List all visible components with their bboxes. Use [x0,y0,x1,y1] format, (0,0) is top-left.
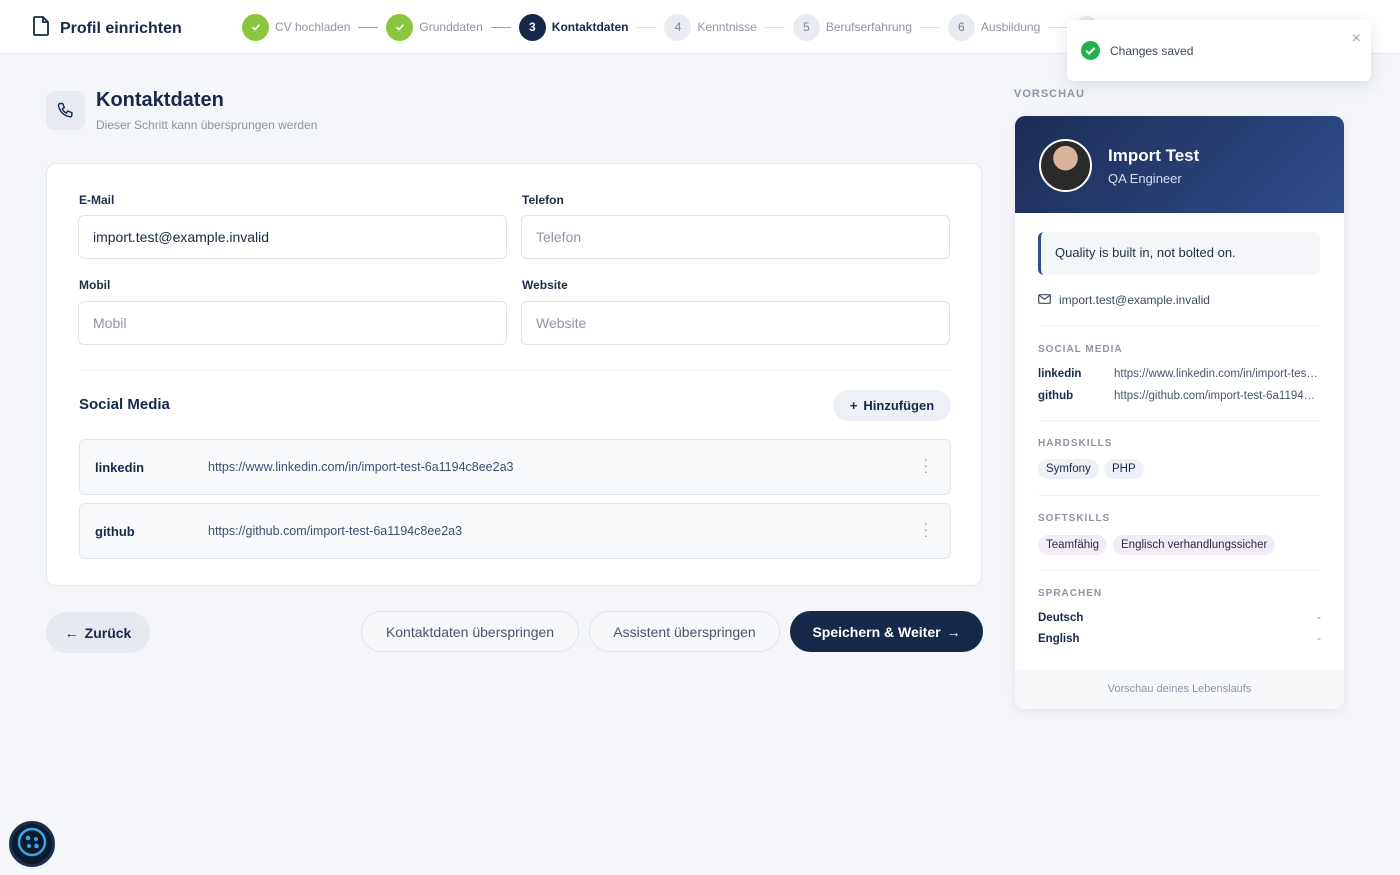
brand: Profil einrichten [32,16,182,41]
back-label: Zurück [84,624,132,641]
language-level: - [1317,633,1321,645]
preview-email-text: import.test@example.invalid [1059,293,1210,307]
step-connector [1048,26,1069,28]
app-title: Profil einrichten [60,19,182,37]
arrow-left-icon: ← [64,624,79,641]
step-label: Kontaktdaten [551,20,629,34]
check-icon [386,13,414,41]
social-url: https://www.linkedin.com/in/import-test-… [208,460,514,474]
step-number: 3 [518,13,546,41]
step-connector [490,26,511,28]
preview-name: Import Test [1108,146,1200,165]
mobile-label: Mobil [79,278,111,292]
hardskill-chip: PHP [1104,459,1144,479]
add-social-label: Hinzufügen [863,398,935,413]
step-label: Ausbildung [980,20,1041,34]
preview-social-url: https://www.linkedin.com/in/import-test-… [1114,368,1320,380]
stepper: CV hochladen Grunddaten 3 Kontaktdaten 4… [242,12,1099,42]
preview-languages-title: SPRACHEN [1038,588,1103,599]
mobile-field[interactable] [78,301,507,345]
step-connector [358,26,379,28]
section-divider [79,370,951,371]
language-level: - [1317,612,1321,624]
softskill-chip: Englisch verhandlungssicher [1113,535,1276,555]
contact-form-card: E-Mail Telefon Mobil Website Social Medi… [46,163,982,586]
add-social-button[interactable]: + Hinzufügen [833,390,951,421]
plus-icon: + [849,398,858,413]
step-cv-upload[interactable]: CV hochladen [242,13,351,41]
email-field[interactable] [78,215,507,259]
preview-divider [1038,495,1320,496]
step-label: CV hochladen [275,20,351,34]
preview-social-url: https://github.com/import-test-6a1194c8e… [1114,390,1320,402]
check-icon [242,13,269,41]
step-number: 4 [664,13,692,41]
preview-social-name: linkedin [1038,368,1082,380]
avatar [1039,139,1092,192]
cookie-icon [17,827,47,862]
phone-label: Telefon [522,193,564,207]
step-number: 5 [792,13,820,41]
preview-footer: Vorschau deines Lebenslaufs [1015,669,1344,709]
step-connector [636,26,657,28]
website-field[interactable] [521,301,950,345]
kebab-menu-icon[interactable]: · · · [923,452,928,478]
page-title: Kontaktdaten [96,89,224,111]
softskill-chip: Teamfähig [1038,535,1108,555]
step-connector [919,26,940,28]
phone-icon [46,91,85,130]
toast-notification: Changes saved × [1067,20,1371,81]
kebab-menu-icon[interactable]: · · · [923,516,928,542]
step-label: Grunddaten [419,20,483,34]
step-experience[interactable]: 5 Berufserfahrung [792,13,912,41]
step-connector [764,26,785,28]
success-check-icon [1081,41,1100,65]
preview-hardskills-title: HARDSKILLS [1038,438,1113,449]
toast-message: Changes saved [1110,44,1194,58]
back-button[interactable]: ← Zurück [46,612,150,653]
social-row-linkedin[interactable]: linkedin https://www.linkedin.com/in/imp… [79,439,951,495]
step-basic-data[interactable]: Grunddaten [386,13,483,41]
step-education[interactable]: 6 Ausbildung [947,13,1041,41]
cookie-settings-button[interactable] [9,821,55,867]
preview-social-name: github [1038,390,1074,402]
step-label: Kenntnisse [697,20,757,34]
step-number: 6 [947,13,975,41]
document-icon [32,16,50,41]
step-label: Berufserfahrung [825,20,912,34]
phone-field[interactable] [521,215,950,259]
step-skills[interactable]: 4 Kenntnisse [664,13,757,41]
social-row-github[interactable]: github https://github.com/import-test-6a… [79,503,951,559]
social-url: https://github.com/import-test-6a1194c8e… [208,524,463,538]
preview-quote: Quality is built in, not bolted on. [1038,232,1320,275]
page-subtitle: Dieser Schritt kann übersprungen werden [96,118,318,132]
social-name: linkedin [95,460,145,475]
language-name: Deutsch [1038,612,1084,624]
email-label: E-Mail [79,193,115,207]
social-media-title: Social Media [79,396,170,413]
website-label: Website [522,278,568,292]
preview-email: import.test@example.invalid [1038,293,1210,307]
preview-section-title: VORSCHAU [1014,88,1085,100]
preview-divider [1038,325,1320,326]
mail-icon [1038,293,1051,307]
social-name: github [95,524,135,539]
skip-wizard-button[interactable]: Assistent überspringen [589,611,780,652]
preview-social-title: SOCIAL MEDIA [1038,344,1123,355]
save-next-button[interactable]: Speichern & Weiter → [790,611,983,652]
step-contact-data[interactable]: 3 Kontaktdaten [518,13,629,41]
preview-divider [1038,570,1320,571]
close-icon[interactable]: × [1352,30,1361,48]
arrow-right-icon: → [946,623,961,640]
skip-contact-button[interactable]: Kontaktdaten überspringen [361,611,579,652]
preview-header: Import Test QA Engineer [1015,116,1344,213]
preview-role: QA Engineer [1108,171,1182,186]
language-name: English [1038,633,1080,645]
save-next-label: Speichern & Weiter [812,623,941,640]
preview-divider [1038,420,1320,421]
preview-softskills-title: SOFTSKILLS [1038,513,1111,524]
hardskill-chip: Symfony [1038,459,1099,479]
cv-preview-card: Import Test QA Engineer Quality is built… [1015,116,1344,709]
